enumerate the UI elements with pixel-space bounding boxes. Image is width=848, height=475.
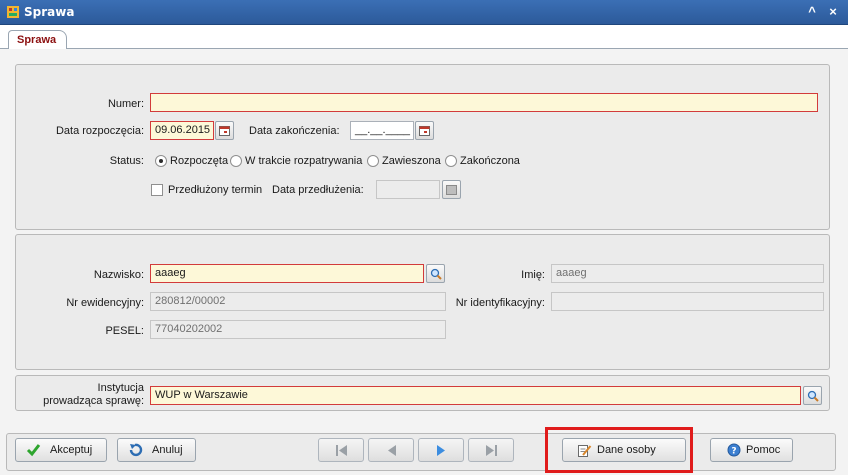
cancel-button[interactable]: Anuluj [117, 438, 196, 462]
extension-date-field [376, 180, 440, 199]
undo-icon [129, 443, 143, 457]
extension-date-label: Data przedłużenia: [272, 184, 364, 196]
end-date-calendar-button[interactable] [415, 121, 434, 140]
status-option-label: Zawieszona [382, 155, 441, 167]
last-record-button [468, 438, 514, 462]
first-record-icon [336, 445, 347, 456]
close-button[interactable]: × [826, 5, 840, 19]
extended-term-checkbox[interactable] [151, 184, 163, 196]
minimize-button[interactable]: ^ [805, 5, 819, 19]
previous-record-icon [388, 445, 396, 456]
calendar-icon [446, 185, 457, 195]
id-number-field [551, 292, 824, 311]
start-date-field[interactable]: 09.06.2015 [150, 121, 214, 140]
status-option-label: W trakcie rozpatrywania [245, 155, 363, 167]
extended-term-label: Przedłużony termin [168, 184, 263, 196]
last-record-icon [486, 445, 497, 456]
institution-search-button[interactable] [803, 386, 822, 405]
end-date-field[interactable]: __.__.____ [350, 121, 414, 140]
window-titlebar: Sprawa ^ × [0, 0, 848, 25]
status-radio-zawieszona[interactable] [367, 155, 379, 167]
status-label: Status: [109, 155, 144, 167]
tab-strip: Sprawa [0, 25, 848, 50]
status-radio-rozpoczeta[interactable] [155, 155, 167, 167]
numer-field[interactable] [150, 93, 818, 112]
accept-label: Akceptuj [50, 444, 93, 456]
checkmark-icon [26, 444, 41, 457]
accept-button[interactable]: Akceptuj [15, 438, 107, 462]
calendar-icon [419, 126, 430, 136]
next-record-icon [437, 445, 445, 456]
status-option-label: Rozpoczęta [170, 155, 229, 167]
help-icon: ? [727, 443, 741, 457]
first-record-button [318, 438, 364, 462]
pesel-field: 77040202002 [150, 320, 446, 339]
help-label: Pomoc [746, 444, 781, 456]
next-record-button[interactable] [418, 438, 464, 462]
magnifier-icon [807, 390, 819, 402]
app-icon [7, 6, 19, 18]
institution-field[interactable]: WUP w Warszawie [150, 386, 801, 405]
window-title: Sprawa [24, 5, 75, 19]
start-date-label: Data rozpoczęcia: [55, 125, 144, 137]
content-area: Numer: Data rozpoczęcia: 09.06.2015 Data… [0, 49, 848, 475]
cancel-label: Anuluj [152, 444, 183, 456]
highlight-frame [545, 427, 693, 473]
pesel-label: PESEL: [105, 325, 144, 337]
magnifier-icon [430, 268, 442, 280]
previous-record-button [368, 438, 414, 462]
case-panel [15, 64, 830, 230]
institution-label-line1: Instytucja [97, 382, 144, 394]
help-button[interactable]: ? Pomoc [710, 438, 793, 462]
svg-text:?: ? [731, 447, 736, 457]
surname-search-button[interactable] [426, 264, 445, 283]
institution-label-line2: prowadząca sprawę: [43, 395, 144, 407]
extension-date-calendar-button [442, 180, 461, 199]
id-number-label: Nr identyfikacyjny: [455, 297, 545, 309]
end-date-label: Data zakończenia: [249, 125, 340, 137]
status-radio-w-trakcie[interactable] [230, 155, 242, 167]
registry-number-label: Nr ewidencyjny: [66, 297, 144, 309]
first-name-label: Imię: [521, 269, 545, 281]
tab-sprawa[interactable]: Sprawa [8, 30, 68, 50]
start-date-calendar-button[interactable] [215, 121, 234, 140]
first-name-field: aaaeg [551, 264, 824, 283]
status-radio-zakonczona[interactable] [445, 155, 457, 167]
surname-label: Nazwisko: [93, 269, 144, 281]
calendar-icon [219, 126, 230, 136]
numer-label: Numer: [107, 98, 144, 110]
status-option-label: Zakończona [460, 155, 520, 167]
surname-field[interactable]: aaaeg [150, 264, 424, 283]
registry-number-field: 280812/00002 [150, 292, 446, 311]
